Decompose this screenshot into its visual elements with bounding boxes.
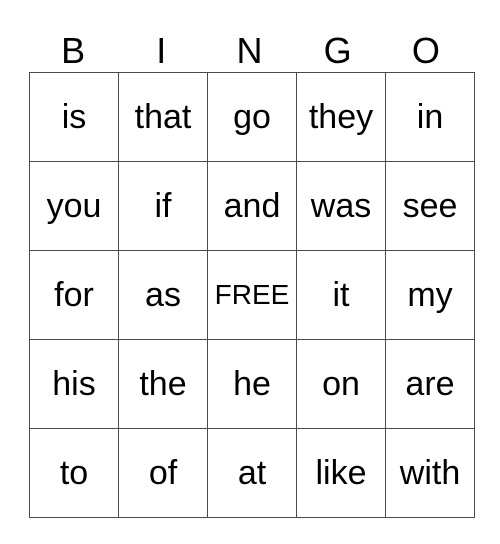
grid-row: is that go they in [29,72,475,162]
bingo-cell[interactable]: his [29,339,119,429]
bingo-cell[interactable]: is [29,72,119,162]
bingo-cell[interactable]: that [118,72,208,162]
bingo-cell[interactable]: as [118,250,208,340]
grid-row: you if and was see [29,161,475,251]
grid-row: to of at like with [29,428,475,518]
header-letter-o: O [411,30,440,71]
bingo-cell[interactable]: to [29,428,119,518]
bingo-header: B I N G O [29,30,470,72]
header-letter-b: B [61,30,86,71]
bingo-cell[interactable]: with [385,428,475,518]
free-space-cell[interactable]: FREE [207,250,297,340]
bingo-cell[interactable]: and [207,161,297,251]
grid-row: for as FREE it my [29,250,475,340]
bingo-cell[interactable]: like [296,428,386,518]
bingo-cell[interactable]: at [207,428,297,518]
header-letter-n: N [236,30,263,71]
bingo-cell[interactable]: it [296,250,386,340]
grid-row: his the he on are [29,339,475,429]
bingo-cell[interactable]: on [296,339,386,429]
bingo-cell[interactable]: you [29,161,119,251]
bingo-cell[interactable]: in [385,72,475,162]
bingo-cell[interactable]: go [207,72,297,162]
header-letter-i: I [156,30,167,71]
bingo-cell[interactable]: are [385,339,475,429]
bingo-cell[interactable]: of [118,428,208,518]
bingo-cell[interactable]: the [118,339,208,429]
bingo-cell[interactable]: for [29,250,119,340]
bingo-cell[interactable]: was [296,161,386,251]
bingo-cell[interactable]: my [385,250,475,340]
bingo-cell[interactable]: if [118,161,208,251]
bingo-grid: is that go they in you if and was see fo… [29,72,475,518]
header-letter-g: G [323,30,352,71]
bingo-cell[interactable]: they [296,72,386,162]
bingo-cell[interactable]: see [385,161,475,251]
bingo-cell[interactable]: he [207,339,297,429]
